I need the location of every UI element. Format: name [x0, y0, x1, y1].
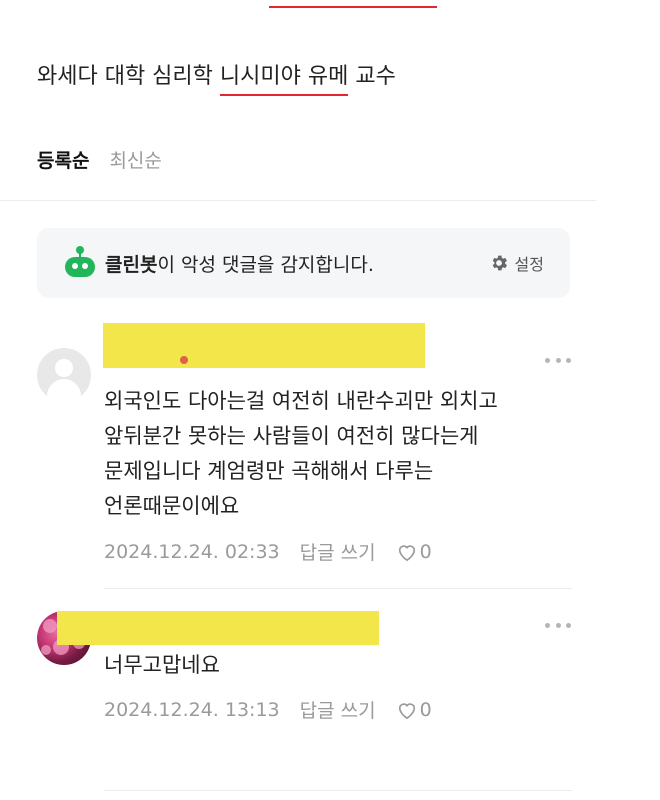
cleanbot-message: 클린봇이 악성 댓글을 감지합니다.: [105, 250, 374, 277]
cleanbot-banner: 클린봇이 악성 댓글을 감지합니다. 설정: [37, 228, 570, 298]
heart-icon: [398, 702, 415, 719]
divider: [104, 790, 572, 791]
comment-date: 2024.12.24. 13:13: [104, 698, 280, 721]
cleanbot-text: 이 악성 댓글을 감지합니다.: [157, 253, 374, 276]
comment-date: 2024.12.24. 02:33: [104, 540, 280, 563]
comment-line: 너무고맙네요: [104, 653, 220, 677]
avatar[interactable]: [37, 348, 91, 402]
like-button[interactable]: 0: [396, 699, 432, 721]
more-options-icon[interactable]: [545, 358, 571, 364]
like-count: 0: [419, 698, 432, 721]
comment-meta: 2024.12.24. 02:33 답글 쓰기 0: [104, 538, 432, 565]
comment-line: 외국인도 다아는걸 여전히 내란수괴만 외치고: [104, 389, 498, 413]
like-button[interactable]: 0: [396, 541, 432, 563]
article-line-suffix: 교수: [348, 64, 396, 89]
sort-tabs: 등록순 최신순: [37, 146, 162, 173]
divider: [104, 588, 572, 589]
comment-meta: 2024.12.24. 13:13 답글 쓰기 0: [104, 696, 432, 723]
sort-tab-latest[interactable]: 최신순: [109, 146, 161, 173]
article-line: 와세다 대학 심리학 니시미야 유메 교수: [37, 58, 396, 96]
redacted-username: [103, 323, 425, 368]
like-count: 0: [419, 540, 432, 563]
more-options-icon[interactable]: [545, 623, 571, 629]
comment-line: 문제입니다 계엄령만 곡해해서 다루는: [104, 459, 434, 483]
article-highlighted-name: 니시미야 유메: [219, 58, 349, 96]
status-dot: [180, 356, 188, 364]
settings-label: 설정: [514, 255, 544, 274]
comment-body: 너무고맙네요: [104, 648, 220, 683]
heart-icon: [398, 544, 415, 561]
comment-body: 외국인도 다아는걸 여전히 내란수괴만 외치고 앞뒤분간 못하는 사람들이 여전…: [104, 384, 498, 524]
cleanbot-robot-icon: [63, 246, 97, 278]
gear-icon: [492, 255, 507, 271]
cleanbot-settings-button[interactable]: 설정: [489, 251, 544, 275]
cleanbot-brand: 클린봇: [105, 253, 158, 276]
cropped-underline: [269, 6, 437, 8]
redacted-username: [57, 611, 379, 645]
divider: [0, 200, 596, 201]
comment-line: 앞뒤분간 못하는 사람들이 여전히 많다는게: [104, 424, 479, 448]
reply-button[interactable]: 답글 쓰기: [300, 696, 376, 723]
reply-button[interactable]: 답글 쓰기: [300, 538, 376, 565]
article-text-cropped: [37, 0, 597, 12]
comment-line: 언론때문이에요: [104, 494, 240, 518]
article-line-prefix: 와세다 대학 심리학: [37, 64, 220, 89]
sort-tab-registered[interactable]: 등록순: [37, 146, 89, 173]
